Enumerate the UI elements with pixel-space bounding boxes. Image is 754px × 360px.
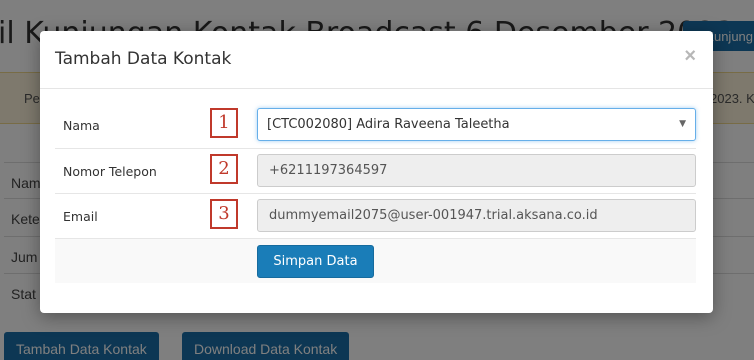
close-icon[interactable]: × [684,45,696,68]
annotation-badge-2: 2 [210,154,238,184]
modal-title: Tambah Data Kontak [55,49,232,69]
name-label: Nama [63,118,100,133]
modal-header: Tambah Data Kontak × [40,31,713,89]
form-row-actions: Simpan Data [55,238,696,283]
add-contact-modal: Tambah Data Kontak × Nama 1 [CTC002080] … [40,31,713,313]
form-row-phone: Nomor Telepon 2 +6211197364597 [55,148,696,193]
phone-field[interactable]: +6211197364597 [257,154,696,187]
contact-form: Nama 1 [CTC002080] Adira Raveena Taleeth… [55,103,696,283]
form-row-name: Nama 1 [CTC002080] Adira Raveena Taleeth… [55,103,696,148]
annotation-badge-1: 1 [210,108,238,138]
email-field[interactable]: dummyemail2075@user-001947.trial.aksana.… [257,199,696,232]
save-button[interactable]: Simpan Data [257,245,374,278]
annotation-badge-3: 3 [210,199,238,229]
email-label: Email [63,209,98,224]
caret-down-icon: ▼ [679,119,686,129]
phone-label: Nomor Telepon [63,164,157,179]
contact-select-value: [CTC002080] Adira Raveena Taleetha [267,117,510,132]
contact-select[interactable]: [CTC002080] Adira Raveena Taleetha ▼ [257,108,696,141]
form-row-email: Email 3 dummyemail2075@user-001947.trial… [55,193,696,238]
